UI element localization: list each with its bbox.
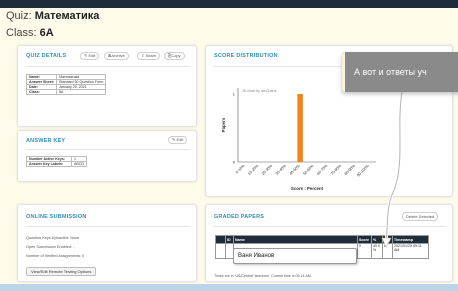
x-tick-label: 50-60%	[303, 163, 316, 176]
divider	[26, 226, 190, 227]
divider	[26, 149, 190, 150]
answer-key-panel: ANSWER KEY ✎ Edit Number Active Keys: 1 A…	[17, 130, 197, 182]
x-tick-label: 30-40%	[275, 163, 288, 176]
quiz-details-panel: QUIZ DETAILS ✎ Edit ⊠Archive ⇧ Share ⎘Co…	[17, 45, 197, 127]
x-axis-label: Score : Percent	[291, 186, 324, 191]
verified-assignments-count: Number of Verified Assignments: 0	[26, 254, 85, 258]
answer-key-table: Number Active Keys: 1 Answer Key Labels: A…	[26, 156, 87, 167]
select-all-header	[215, 235, 226, 244]
edit-quiz-button[interactable]: ✎ Edit	[80, 52, 100, 60]
bar-40-50%	[297, 94, 303, 162]
timezone-note: Times are in 'US/Central' timezone. Curr…	[214, 274, 312, 278]
column-header: Name	[233, 235, 358, 244]
row-key: A	[382, 243, 393, 259]
edit-answer-key-button[interactable]: ✎ Edit	[168, 136, 188, 144]
row-timestamp: 2021/01/29 05:11 AM	[392, 243, 429, 259]
x-tick-label: 60-70%	[316, 163, 329, 176]
column-header: Timestamp	[392, 235, 429, 244]
top-nav-bar	[0, 0, 458, 8]
column-header: ID	[225, 235, 234, 244]
divider	[26, 66, 190, 67]
archive-quiz-button[interactable]: ⊠Archive	[104, 52, 129, 60]
x-tick-label: 90-100%	[356, 163, 370, 177]
quiz-name: Математика	[34, 10, 100, 22]
student-name-callout[interactable]: Ваня Иванов	[233, 248, 357, 264]
open-submission-status: Open Submission Enabled: -	[26, 245, 75, 249]
score-distribution-title: SCORE DISTRIBUTION	[214, 53, 278, 59]
online-submission-panel: ONLINE SUBMISSION Question Keys Uploaded…	[17, 204, 197, 282]
answer-key-title: ANSWER KEY	[26, 138, 66, 144]
quiz-details-table: Name: Математика Answer Sheet: Standard 50…	[26, 74, 107, 95]
divider	[214, 226, 446, 227]
x-tick-label: 40-50%	[289, 163, 302, 176]
chart-credit: JS chart by amCharts	[242, 89, 277, 93]
score-distribution-chart: JS chart by amCharts 0 1 0-10% 10-20% 20-30% 3…	[221, 88, 376, 191]
question-keys-status: Question Keys Uploaded: None	[26, 236, 80, 240]
x-tick-label: 20-30%	[261, 163, 274, 176]
detail-row: Class: 6A	[26, 89, 107, 95]
quiz-details-title: QUIZ DETAILS	[26, 53, 67, 59]
bottom-bar	[0, 284, 458, 291]
table-header-row: ID Name Score % Key Timestamp	[215, 235, 429, 244]
class-name: 6A	[39, 27, 54, 39]
y-tick-label: 1	[233, 92, 236, 97]
column-header: Key	[382, 235, 393, 244]
share-quiz-button[interactable]: ⇧ Share	[137, 52, 161, 60]
row-percent: 40.0 %	[371, 243, 383, 259]
answers-tooltip: А вот и ответы уч	[342, 52, 458, 92]
row-score: 0	[357, 243, 372, 259]
column-header: %	[371, 235, 383, 244]
x-tick-label: 70-80%	[330, 163, 343, 176]
x-tick-label: 0-10%	[235, 163, 246, 174]
y-axis-label: Papers	[221, 117, 226, 132]
online-submission-title: ONLINE SUBMISSION	[26, 214, 87, 220]
x-tick-label: 80-90%	[344, 163, 357, 176]
detail-row: Answer Key Labels: ABCD	[26, 161, 87, 167]
class-title: Class: 6A	[6, 27, 54, 39]
delete-selected-button[interactable]: Delete Selected	[402, 212, 439, 221]
quiz-title: Quiz: Математика	[6, 10, 100, 22]
copy-quiz-button[interactable]: ⎘Copy	[164, 52, 185, 60]
column-header: Score	[357, 235, 372, 244]
x-tick-label: 10-20%	[247, 163, 260, 176]
remote-testing-options-button[interactable]: View/Edit Remote Testing Options	[26, 267, 97, 276]
detail-row: Answer Sheet: Standard 50 Question Form	[26, 79, 107, 85]
row-checkbox[interactable]	[215, 243, 226, 259]
graded-papers-title: GRADED PAPERS	[214, 214, 265, 220]
y-tick-label: 0	[233, 160, 236, 165]
